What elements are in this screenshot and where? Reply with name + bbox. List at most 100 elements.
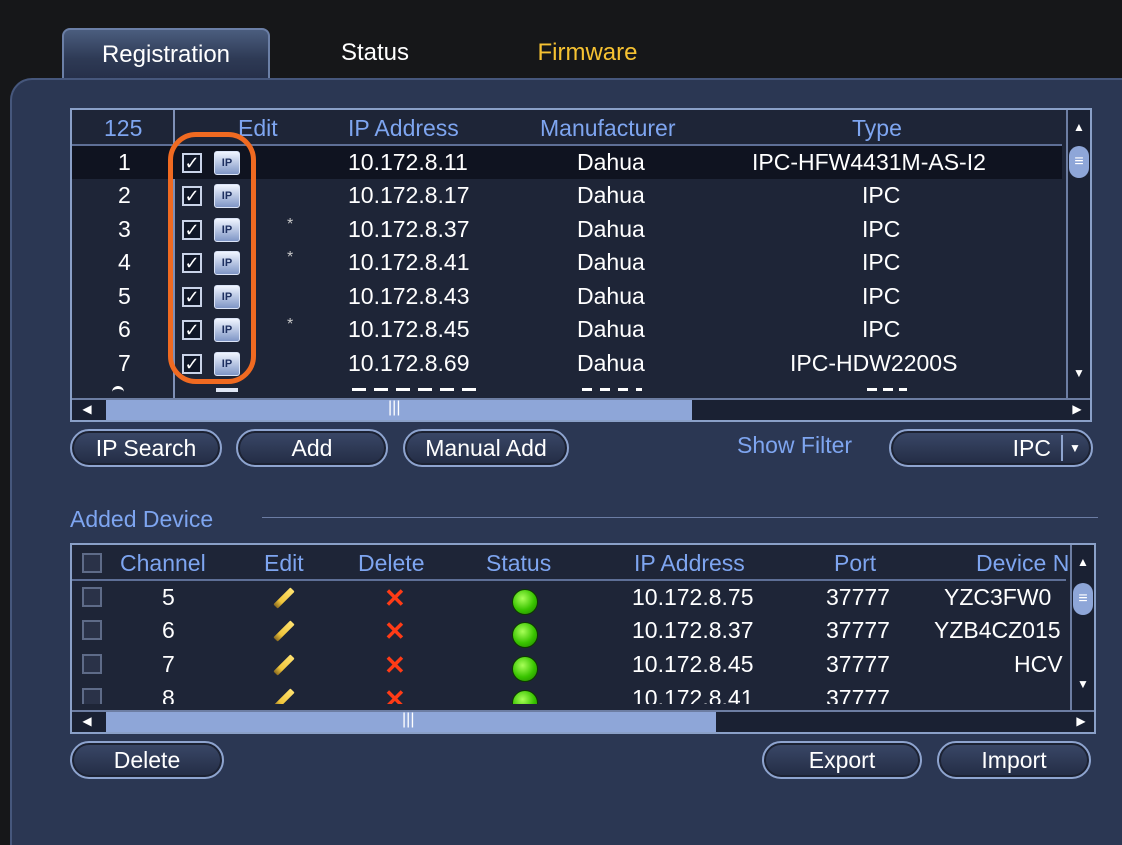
scroll-up-arrow[interactable]: ▲ [1068, 116, 1090, 138]
tab-firmware[interactable]: Firmware [500, 28, 675, 78]
scroll-grip: ||| [388, 399, 401, 416]
type-cell: IPC-HFW4431M-AS-I2 [752, 149, 986, 175]
channel-cell: 6 [162, 617, 175, 643]
modified-marker: * [287, 249, 294, 266]
row-checkbox[interactable] [82, 620, 102, 640]
table-row-partial[interactable]: 8 ✕ 10.172.8.41 37777 [72, 682, 1066, 704]
row-checkbox[interactable] [82, 654, 102, 674]
status-online-icon [512, 589, 538, 615]
tab-status[interactable]: Status [300, 28, 450, 78]
scroll-left-arrow[interactable]: ◀ [76, 710, 98, 732]
delete-icon[interactable]: ✕ [384, 585, 406, 611]
ip-address-cell: 10.172.8.69 [348, 350, 470, 376]
edit-column-header[interactable]: Edit [264, 550, 304, 577]
type-column-header[interactable]: Type [852, 115, 902, 142]
type-cell: IPC [862, 216, 901, 242]
horizontal-scrollbar[interactable]: ◀ ||| ▶ [72, 710, 1094, 732]
device-name-cell: YZC3FW0 [944, 584, 1052, 610]
ip-address-column-header[interactable]: IP Address [634, 550, 745, 577]
table-row[interactable]: 7 ✕ 10.172.8.45 37777 HCV [72, 648, 1066, 682]
partial-row-fragment [216, 388, 238, 392]
partial-row-fragment [867, 388, 907, 391]
port-column-header[interactable]: Port [834, 550, 876, 577]
modified-marker: * [287, 316, 294, 333]
manufacturer-cell: Dahua [577, 249, 645, 275]
row-checkbox[interactable] [82, 587, 102, 607]
port-cell: 37777 [826, 685, 890, 704]
show-filter-label: Show Filter [737, 432, 853, 458]
scroll-right-arrow[interactable]: ▶ [1066, 398, 1088, 420]
chevron-down-icon[interactable]: ▼ [1061, 435, 1087, 461]
ip-address-cell: 10.172.8.37 [632, 617, 754, 643]
delete-icon[interactable]: ✕ [384, 618, 406, 644]
table-row[interactable]: 5 ✕ 10.172.8.75 37777 YZC3FW0 [72, 581, 1066, 615]
ip-address-column-header[interactable]: IP Address [348, 115, 459, 142]
delete-button[interactable]: Delete [70, 741, 224, 779]
device-name-column-header[interactable]: Device N [976, 550, 1069, 577]
scroll-thumb[interactable]: ≡ [1069, 146, 1089, 178]
vertical-scrollbar[interactable]: ▲ ≡ ▼ [1066, 110, 1090, 398]
edit-pencil-icon[interactable] [273, 688, 295, 704]
ip-address-cell: 10.172.8.75 [632, 584, 754, 610]
added-device-title: Added Device [70, 506, 214, 532]
delete-icon[interactable]: ✕ [384, 652, 406, 678]
filter-value: IPC [1012, 435, 1051, 461]
row-checkbox[interactable] [82, 688, 102, 704]
type-cell: IPC [862, 316, 901, 342]
edit-pencil-icon[interactable] [273, 620, 295, 642]
tab-registration[interactable]: Registration [62, 28, 270, 78]
channel-column-header[interactable]: Channel [120, 550, 206, 577]
show-filter-dropdown[interactable]: IPC ▼ [889, 429, 1093, 467]
type-cell: IPC [862, 283, 901, 309]
select-all-checkbox[interactable] [82, 553, 102, 573]
scroll-up-arrow[interactable]: ▲ [1072, 551, 1094, 573]
ip-address-cell: 10.172.8.11 [348, 149, 468, 175]
status-online-icon [512, 622, 538, 648]
type-cell: IPC [862, 249, 901, 275]
partial-row-fragment [112, 386, 124, 392]
scroll-down-arrow[interactable]: ▼ [1068, 362, 1090, 384]
manufacturer-cell: Dahua [577, 149, 645, 175]
port-cell: 37777 [826, 584, 890, 610]
manufacturer-column-header[interactable]: Manufacturer [540, 115, 676, 142]
delete-column-header[interactable]: Delete [358, 550, 424, 577]
row-number: 4 [118, 249, 131, 275]
import-button[interactable]: Import [937, 741, 1091, 779]
ip-address-cell: 10.172.8.45 [632, 651, 754, 677]
horizontal-scroll-thumb[interactable]: ||| [106, 399, 692, 420]
ip-search-button[interactable]: IP Search [70, 429, 222, 467]
modified-marker: * [287, 216, 294, 233]
manufacturer-cell: Dahua [577, 182, 645, 208]
row-number: 5 [118, 283, 131, 309]
scroll-grip: ||| [402, 711, 415, 728]
ip-address-cell: 10.172.8.41 [348, 249, 470, 275]
row-number: 3 [118, 216, 131, 242]
table-row[interactable]: 6 ✕ 10.172.8.37 37777 YZB4CZ015 [72, 614, 1066, 648]
export-button[interactable]: Export [762, 741, 922, 779]
manufacturer-cell: Dahua [577, 316, 645, 342]
added-device-table: Channel Edit Delete Status IP Address Po… [70, 543, 1096, 734]
type-cell: IPC-HDW2200S [790, 350, 958, 376]
delete-icon[interactable]: ✕ [384, 686, 406, 704]
horizontal-scrollbar[interactable]: ◀ ||| ▶ [72, 398, 1090, 420]
scroll-left-arrow[interactable]: ◀ [76, 398, 98, 420]
scroll-thumb[interactable]: ≡ [1073, 583, 1093, 615]
status-online-icon [512, 690, 538, 704]
port-cell: 37777 [826, 651, 890, 677]
row-number: 6 [118, 316, 131, 342]
type-cell: IPC [862, 182, 901, 208]
port-cell: 37777 [826, 617, 890, 643]
edit-pencil-icon[interactable] [273, 587, 295, 609]
manual-add-button[interactable]: Manual Add [403, 429, 569, 467]
scroll-right-arrow[interactable]: ▶ [1070, 710, 1092, 732]
status-column-header[interactable]: Status [486, 550, 551, 577]
edit-pencil-icon[interactable] [273, 654, 295, 676]
manufacturer-cell: Dahua [577, 216, 645, 242]
scroll-down-arrow[interactable]: ▼ [1072, 673, 1094, 695]
section-divider [262, 517, 1098, 518]
manufacturer-cell: Dahua [577, 283, 645, 309]
horizontal-scroll-thumb[interactable]: ||| [106, 711, 716, 732]
add-button[interactable]: Add [236, 429, 388, 467]
partial-row-fragment [352, 388, 482, 391]
vertical-scrollbar[interactable]: ▲ ≡ ▼ [1070, 545, 1094, 710]
